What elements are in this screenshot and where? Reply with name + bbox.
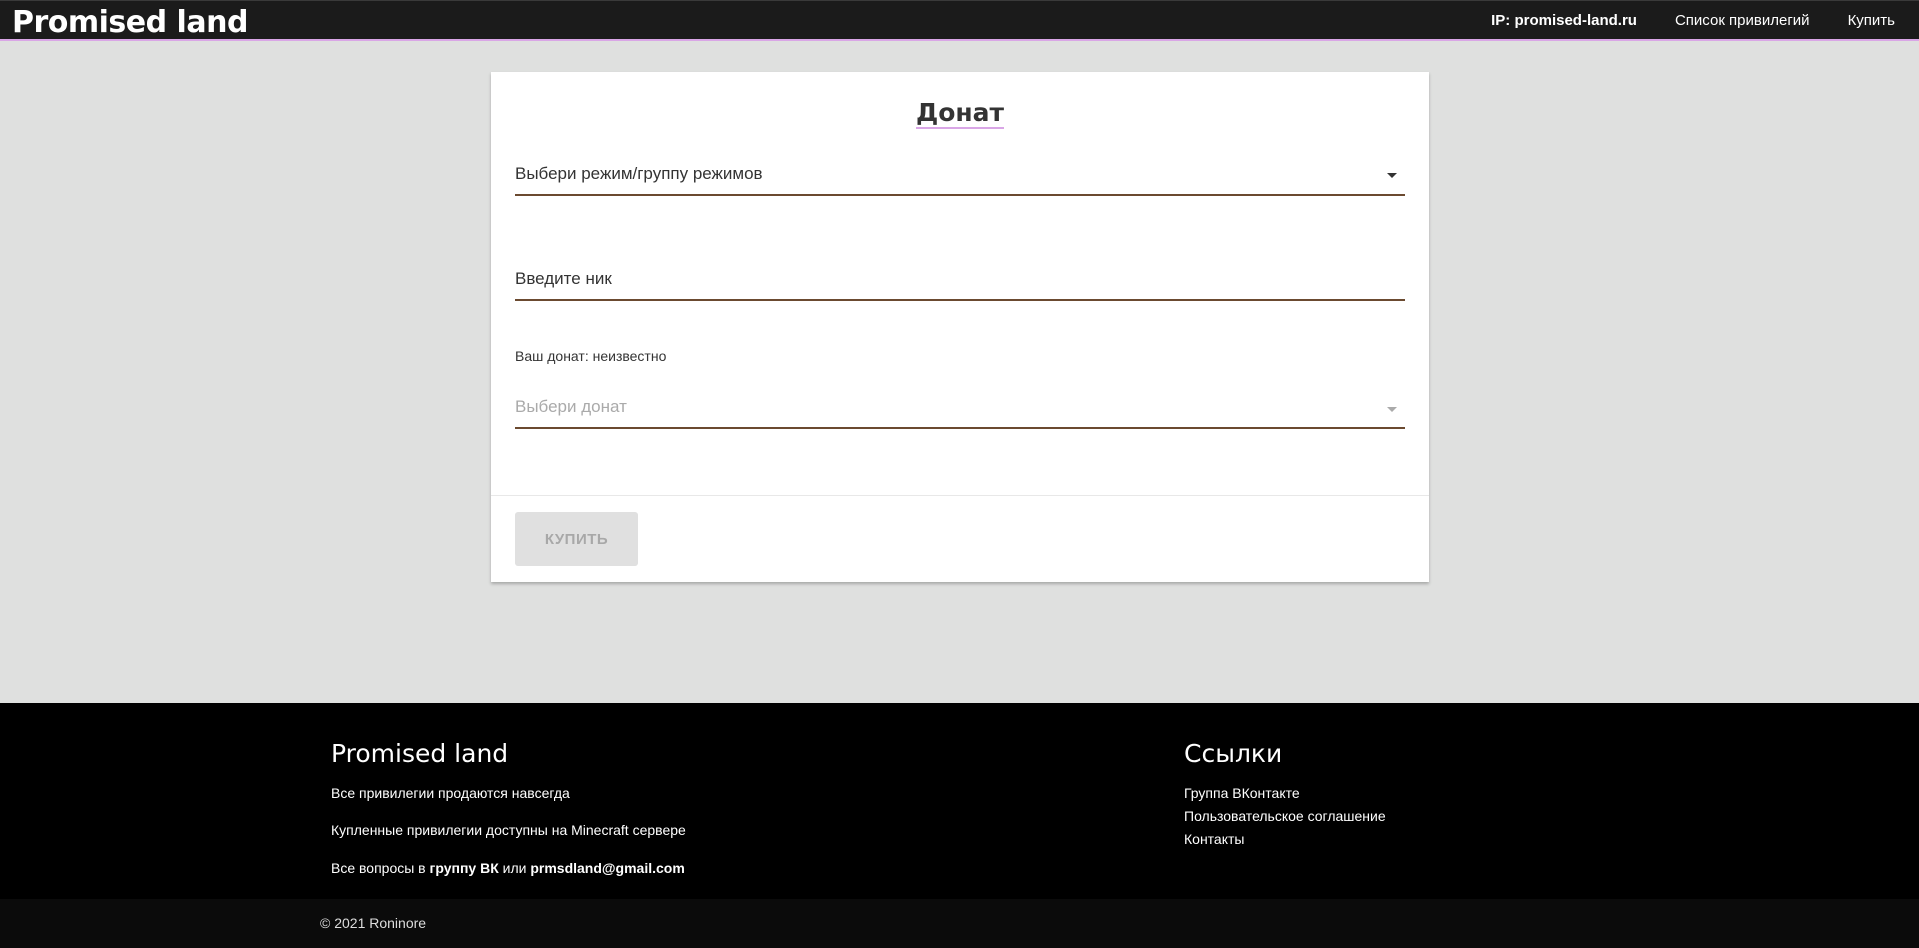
donate-select[interactable]: Выбери донат <box>515 385 1405 429</box>
footer-link-contacts[interactable]: Контакты <box>1184 831 1244 847</box>
buy-button[interactable]: КУПИТЬ <box>515 512 638 566</box>
nav-menu: IP: promised-land.ru Список привилегий К… <box>1491 1 1919 40</box>
copyright-bar: © 2021 Roninore <box>0 899 1919 948</box>
footer-link-vk[interactable]: Группа ВКонтакте <box>1184 785 1300 801</box>
donate-status-text: Ваш донат: неизвестно <box>515 348 667 364</box>
nick-input[interactable]: Введите ник <box>515 257 1405 301</box>
footer-links-title: Ссылки <box>1184 739 1283 768</box>
chevron-down-icon[interactable] <box>1387 173 1397 178</box>
vk-group-link[interactable]: группу ВК <box>430 860 499 876</box>
nav-buy-link[interactable]: Купить <box>1848 12 1895 29</box>
footer-info-line: Купленные привилегии доступны на Minecra… <box>331 822 686 838</box>
footer: Promised land Все привилегии продаются н… <box>0 703 1919 899</box>
card-title: Донат <box>491 98 1429 129</box>
email-link[interactable]: prmsdland@gmail.com <box>530 860 684 876</box>
card-divider <box>491 495 1429 496</box>
server-ip-label[interactable]: IP: promised-land.ru <box>1491 12 1637 29</box>
copyright-text: © 2021 Roninore <box>320 915 427 931</box>
mode-select-value: Выбери режим/группу режимов <box>515 164 763 183</box>
footer-contact-line: Все вопросы в группу ВК или prmsdland@gm… <box>331 860 685 876</box>
footer-link-agreement[interactable]: Пользовательское соглашение <box>1184 808 1386 824</box>
nick-input-placeholder: Введите ник <box>515 269 612 288</box>
footer-info-line: Все привилегии продаются навсегда <box>331 785 570 801</box>
donate-card: Донат Выбери режим/группу режимов Введит… <box>491 72 1429 582</box>
card-title-text: Донат <box>915 98 1005 129</box>
footer-title: Promised land <box>331 739 509 768</box>
footer-contact-prefix: Все вопросы в <box>331 860 430 876</box>
footer-contact-middle: или <box>498 860 531 876</box>
mode-select[interactable]: Выбери режим/группу режимов <box>515 154 1405 196</box>
donate-select-placeholder: Выбери донат <box>515 397 627 416</box>
brand-logo[interactable]: Promised land <box>12 5 248 40</box>
nav-privileges-link[interactable]: Список привилегий <box>1675 12 1810 29</box>
chevron-down-icon[interactable] <box>1387 407 1397 412</box>
top-navbar: Promised land IP: promised-land.ru Списо… <box>0 0 1919 41</box>
